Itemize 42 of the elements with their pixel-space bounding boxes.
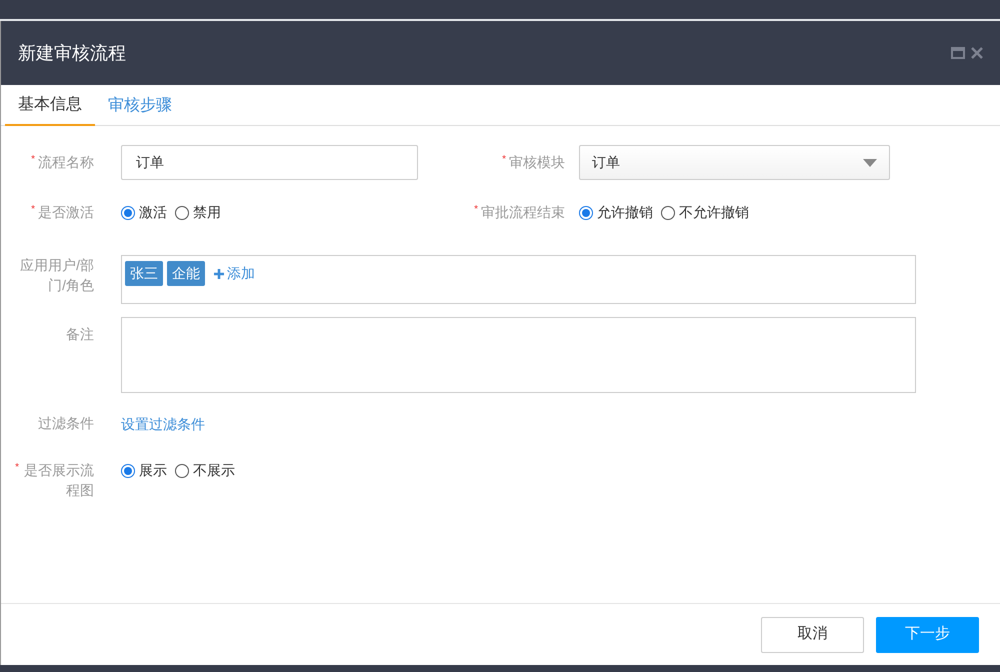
radio-button[interactable] bbox=[661, 206, 675, 220]
required-asterisk: * bbox=[474, 203, 478, 217]
required-asterisk: * bbox=[31, 203, 35, 217]
active-label: 是否激活 bbox=[38, 203, 94, 222]
note-field[interactable] bbox=[121, 317, 916, 393]
users-field[interactable]: 张三 企能 添加 bbox=[121, 255, 916, 304]
radio-button[interactable] bbox=[121, 206, 135, 220]
name-label: 流程名称 bbox=[38, 153, 94, 172]
radio-label: 禁用 bbox=[193, 203, 221, 222]
radio-label: 不允许撤销 bbox=[679, 203, 749, 222]
note-label: 备注 bbox=[66, 325, 94, 344]
radio-label: 不展示 bbox=[193, 461, 235, 480]
end-label: 审批流程结束 bbox=[481, 203, 565, 222]
radio-button[interactable] bbox=[579, 206, 593, 220]
dropdown-caret-icon bbox=[863, 158, 877, 166]
plus-icon bbox=[214, 268, 224, 278]
tab[interactable]: 审核步骤 bbox=[95, 85, 185, 126]
radio-button[interactable] bbox=[175, 464, 189, 478]
module-label: 审核模块 bbox=[509, 153, 565, 172]
filter-link[interactable]: 设置过滤条件 bbox=[121, 414, 205, 435]
dialog-title: 新建审核流程 bbox=[18, 42, 127, 64]
required-asterisk: * bbox=[502, 153, 506, 167]
radio-label: 激活 bbox=[139, 203, 167, 222]
tab[interactable]: 基本信息 bbox=[5, 85, 95, 126]
add-link[interactable]: 添加 bbox=[214, 261, 255, 286]
filter-label: 过滤条件 bbox=[38, 414, 94, 433]
radio-label: 展示 bbox=[139, 461, 167, 480]
user-tag[interactable]: 张三 bbox=[125, 261, 163, 286]
required-asterisk: * bbox=[15, 461, 19, 475]
name-field[interactable]: 订单 bbox=[121, 145, 418, 180]
user-tag[interactable]: 企能 bbox=[167, 261, 205, 286]
users-label: 应用用户/部门/角色 bbox=[19, 256, 94, 295]
cancel-button[interactable]: 取消 bbox=[761, 616, 864, 652]
chart-label: 是否展示流程图 bbox=[23, 461, 94, 500]
required-asterisk: * bbox=[31, 153, 35, 167]
next-button[interactable]: 下一步 bbox=[876, 616, 979, 652]
radio-button[interactable] bbox=[121, 464, 135, 478]
module-select[interactable]: 订单 bbox=[579, 145, 890, 180]
maximize-icon[interactable] bbox=[951, 47, 965, 59]
radio-button[interactable] bbox=[175, 206, 189, 220]
close-icon[interactable] bbox=[971, 47, 983, 59]
radio-label: 允许撤销 bbox=[597, 203, 653, 222]
